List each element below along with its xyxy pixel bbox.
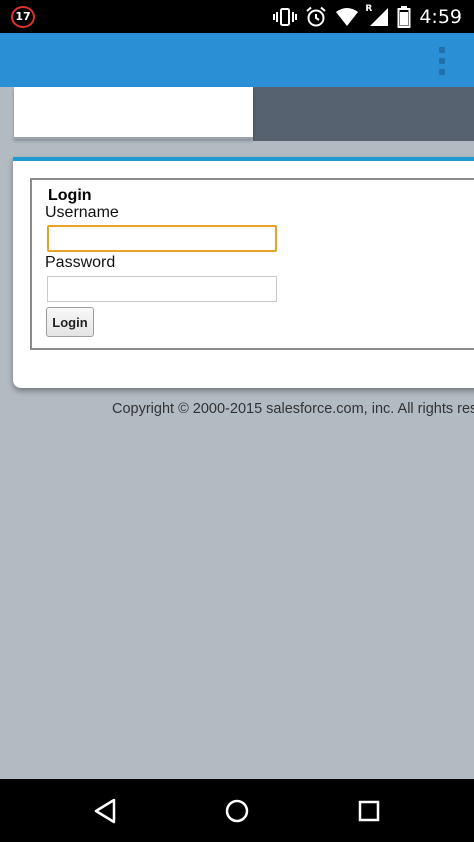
overflow-menu-icon[interactable] <box>436 47 448 75</box>
navigation-bar <box>0 779 474 842</box>
logo-area <box>14 87 253 139</box>
login-legend: Login <box>48 187 92 204</box>
signal-icon: R <box>365 3 389 27</box>
login-card: Login Username Password Login <box>13 157 474 388</box>
password-label: Password <box>45 254 116 271</box>
wifi-icon <box>335 7 359 27</box>
roaming-indicator: R <box>365 3 373 14</box>
username-label: Username <box>45 204 119 221</box>
login-fieldset: Login Username Password Login <box>30 178 474 350</box>
back-icon[interactable] <box>88 794 122 828</box>
username-field[interactable] <box>47 225 277 252</box>
battery-icon <box>397 5 411 28</box>
vibrate-icon <box>273 7 298 27</box>
menu-dot <box>439 47 445 53</box>
clock: 4:59 <box>419 5 462 28</box>
home-icon[interactable] <box>220 794 254 828</box>
status-icons: R 4:59 <box>273 0 474 33</box>
menu-dot <box>439 69 445 75</box>
header-dark-panel <box>253 87 474 141</box>
menu-dot <box>439 58 445 64</box>
header-strip <box>0 87 474 141</box>
copyright-text: Copyright © 2000-2015 salesforce.com, in… <box>112 401 474 417</box>
status-bar: 17 R 4:59 <box>0 0 474 33</box>
password-field[interactable] <box>47 276 277 302</box>
recents-icon[interactable] <box>352 794 386 828</box>
notification-badge: 17 <box>11 6 35 28</box>
login-button[interactable]: Login <box>46 307 94 337</box>
app-bar <box>0 33 474 87</box>
alarm-icon <box>305 6 327 28</box>
